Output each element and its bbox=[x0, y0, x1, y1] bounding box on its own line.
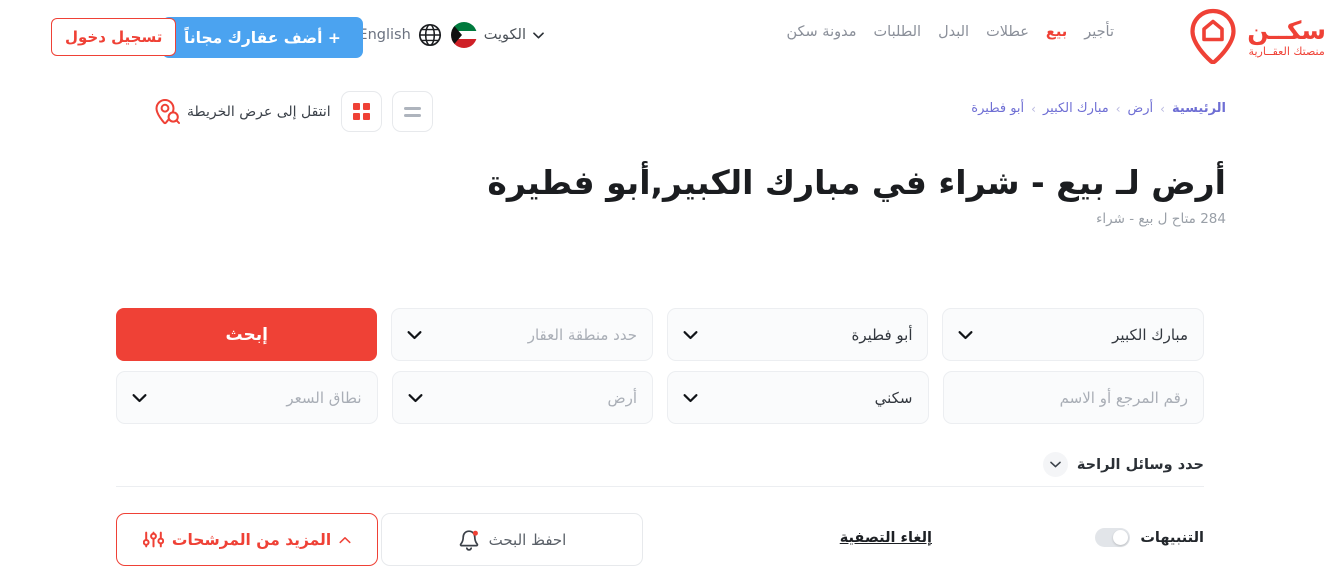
breadcrumb-separator: › bbox=[1115, 101, 1121, 116]
country-selector[interactable]: الكويت bbox=[450, 22, 544, 48]
logo-tagline: منصتك العقــارية bbox=[1248, 44, 1325, 58]
breadcrumb-separator: › bbox=[1031, 101, 1036, 116]
clear-filters-link[interactable]: إلغاء التصفية bbox=[840, 530, 932, 546]
switch-to-map-view-link[interactable]: انتقل إلى عرض الخريطة bbox=[154, 98, 331, 126]
alerts-toggle-knob bbox=[1113, 530, 1129, 545]
language-label: English bbox=[358, 27, 411, 43]
chevron-down-icon bbox=[407, 330, 422, 339]
more-filters-button[interactable]: المزيد من المرشحات bbox=[116, 513, 378, 566]
chevron-down-icon bbox=[958, 330, 973, 339]
reference-or-name-value: رقم المرجع أو الاسم bbox=[1059, 388, 1188, 407]
breadcrumb-item-area[interactable]: أبو فطيرة bbox=[971, 101, 1024, 116]
breadcrumb-separator: › bbox=[1160, 101, 1165, 116]
search-filters-panel: مبارك الكبير أبو فطيرة حدد منطقة العقار … bbox=[116, 308, 1204, 424]
site-logo[interactable]: سكــن منصتك العقــارية bbox=[1187, 8, 1326, 64]
language-switcher[interactable]: English bbox=[358, 23, 441, 47]
alerts-control: التنبيهات bbox=[1095, 528, 1204, 547]
results-count-subtitle: 284 متاح ل بيع - شراء bbox=[1096, 211, 1226, 228]
chevron-down-icon bbox=[132, 393, 147, 402]
amenities-selector[interactable]: حدد وسائل الراحة bbox=[1042, 452, 1204, 477]
save-search-button[interactable]: احفظ البحث bbox=[381, 513, 643, 566]
map-link-label: انتقل إلى عرض الخريطة bbox=[187, 103, 331, 120]
logo-brand-name: سكــن bbox=[1247, 15, 1326, 45]
nav-item-blog[interactable]: مدونة سكن bbox=[787, 24, 857, 40]
sliders-icon bbox=[142, 531, 164, 548]
chevron-down-icon bbox=[408, 393, 422, 402]
more-filters-label: المزيد من المرشحات bbox=[171, 530, 332, 549]
nav-item-exchange[interactable]: البدل bbox=[938, 24, 969, 40]
page-heading-block: أرض لـ بيع - شراء في مبارك الكبير,أبو فط… bbox=[116, 162, 1226, 227]
nav-item-sell[interactable]: بيع bbox=[1046, 24, 1067, 40]
breadcrumb-item-home[interactable]: الرئيسية bbox=[1172, 101, 1226, 116]
nav-item-holidays[interactable]: عطلات bbox=[986, 24, 1029, 40]
breadcrumb-item-land[interactable]: أرض bbox=[1128, 101, 1154, 116]
amenities-label: حدد وسائل الراحة bbox=[1076, 456, 1204, 473]
actions-row: التنبيهات إلغاء التصفية احفظ البحث المزي… bbox=[116, 513, 1204, 568]
alerts-toggle[interactable] bbox=[1095, 528, 1131, 547]
area-value: أبو فطيرة bbox=[851, 325, 913, 344]
page-root: سكــن منصتك العقــارية تأجير بيع عطلات ا… bbox=[0, 0, 1344, 580]
locale-controls: الكويت English bbox=[358, 22, 544, 48]
bell-icon bbox=[459, 529, 478, 551]
chevron-down-icon bbox=[683, 330, 698, 339]
add-property-button[interactable]: + أضف عقارك مجاناً bbox=[162, 17, 363, 58]
breadcrumb-item-governorate[interactable]: مبارك الكبير bbox=[1043, 101, 1109, 116]
page-title: أرض لـ بيع - شراء في مبارك الكبير,أبو فط… bbox=[487, 163, 1226, 202]
alerts-label: التنبيهات bbox=[1140, 529, 1204, 546]
map-pin-home-icon bbox=[1190, 8, 1236, 64]
breadcrumb: الرئيسية › أرض › مبارك الكبير › أبو فطير… bbox=[971, 101, 1226, 116]
nav-item-rent[interactable]: تأجير bbox=[1084, 24, 1114, 40]
governorate-select[interactable]: مبارك الكبير bbox=[942, 308, 1204, 361]
reference-or-name-input[interactable]: رقم المرجع أو الاسم bbox=[942, 371, 1204, 424]
property-region-value: حدد منطقة العقار bbox=[527, 325, 637, 344]
filter-row-secondary: رقم المرجع أو الاسم سكني أرض نطاق السعر bbox=[116, 371, 1204, 424]
price-range-value: نطاق السعر bbox=[286, 388, 362, 407]
main-navigation: تأجير بيع عطلات البدل الطلبات مدونة سكن bbox=[787, 24, 1115, 40]
map-pin-search-icon bbox=[155, 98, 180, 124]
category-value: سكني bbox=[874, 388, 913, 407]
property-type-value: أرض bbox=[607, 388, 637, 407]
search-button[interactable]: إبحث bbox=[116, 308, 378, 361]
nav-item-requests[interactable]: الطلبات bbox=[874, 24, 922, 40]
grid-view-icon bbox=[352, 103, 370, 120]
login-button[interactable]: تسجيل دخول bbox=[51, 18, 177, 56]
chevron-down-icon bbox=[683, 393, 698, 402]
amenities-row: حدد وسائل الراحة bbox=[116, 443, 1204, 487]
save-search-label: احفظ البحث bbox=[488, 530, 567, 549]
property-type-select[interactable]: أرض bbox=[391, 371, 653, 424]
logo-text: سكــن منصتك العقــارية bbox=[1247, 16, 1326, 57]
grid-view-button[interactable] bbox=[340, 91, 382, 132]
filter-row-primary: مبارك الكبير أبو فطيرة حدد منطقة العقار … bbox=[116, 308, 1204, 361]
price-range-select[interactable]: نطاق السعر bbox=[116, 371, 378, 424]
site-header: سكــن منصتك العقــارية تأجير بيع عطلات ا… bbox=[0, 0, 1344, 72]
kuwait-flag-icon bbox=[450, 22, 477, 48]
category-select[interactable]: سكني bbox=[667, 371, 929, 424]
list-view-button[interactable] bbox=[391, 91, 433, 132]
chevron-down-icon bbox=[533, 31, 544, 39]
area-select[interactable]: أبو فطيرة bbox=[666, 308, 929, 361]
chevron-down-icon bbox=[1050, 461, 1061, 468]
governorate-value: مبارك الكبير bbox=[1112, 325, 1188, 344]
view-toolbar: انتقل إلى عرض الخريطة bbox=[146, 91, 433, 132]
globe-icon bbox=[418, 23, 441, 47]
list-view-icon bbox=[403, 106, 421, 117]
country-label: الكويت bbox=[483, 27, 526, 43]
amenities-expand-button[interactable] bbox=[1042, 452, 1068, 477]
property-region-select[interactable]: حدد منطقة العقار bbox=[391, 308, 653, 361]
chevron-up-icon bbox=[339, 536, 351, 543]
